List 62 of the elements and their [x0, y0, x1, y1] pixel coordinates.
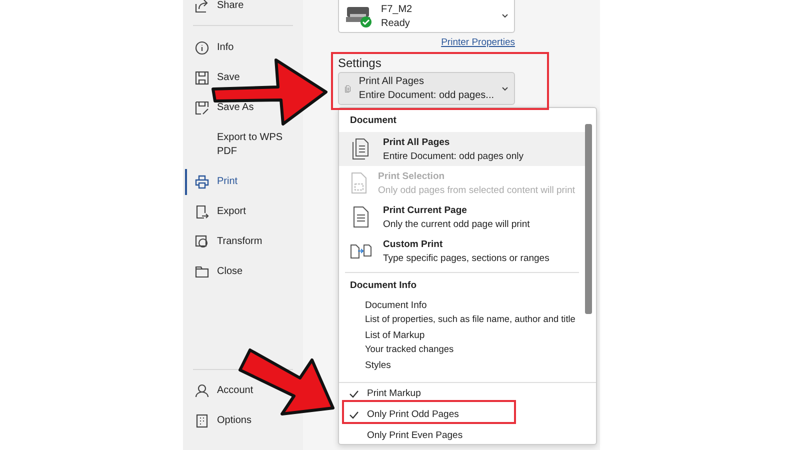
menu-item[interactable]: Print Current Page Only the current odd page will print [339, 200, 585, 234]
pages-icon [352, 138, 370, 160]
sidebar-item[interactable]: Export to WPS PDF [183, 131, 287, 159]
sidebar-item[interactable]: Save [183, 71, 240, 85]
menu-item-title: Print All Pages [383, 136, 451, 148]
sidebar-item[interactable]: Save As [183, 101, 254, 115]
menu-item-title: Print Current Page [383, 204, 468, 216]
chevron-icon [502, 14, 508, 18]
menu-item-description: Only the current odd page will print [383, 218, 530, 230]
chevron-icon [502, 86, 508, 90]
printer-properties-link[interactable]: Printer Properties [441, 37, 515, 48]
options-icon [195, 414, 209, 428]
menu-item-description: List of properties, such as file name, author and title [365, 314, 576, 324]
menu-item[interactable]: List of Markup Your tracked changes [339, 327, 585, 357]
save-icon [195, 71, 209, 85]
menu-item-title: Custom Print [383, 238, 444, 250]
custom-pages-icon [350, 242, 372, 260]
printer-status: Ready [381, 18, 411, 28]
person-icon [195, 384, 209, 398]
printer-icon [195, 175, 209, 189]
page-selection-icon [350, 172, 368, 194]
page-icon [352, 206, 370, 228]
menu-item-title: List of Markup [365, 330, 426, 341]
save-as-icon [195, 101, 209, 115]
menu-section-heading: Document [349, 114, 398, 128]
print-range-title: Print All Pages [358, 76, 425, 87]
sidebar-item[interactable]: Close [183, 265, 243, 279]
menu-item[interactable]: Custom Print Type specific pages, sections or ranges [339, 234, 585, 268]
menu-option[interactable]: Print Markup [339, 383, 596, 404]
scrollbar-thumb[interactable] [585, 124, 592, 314]
menu-section-heading: Document Info [349, 279, 418, 293]
printer-ready-icon [345, 4, 373, 28]
menu-item-description: Type specific pages, sections or ranges [383, 252, 550, 264]
printer-name: F7_M2 [381, 4, 414, 14]
export-icon [195, 205, 209, 219]
menu-item[interactable]: Print All Pages Entire Document: odd pages only [339, 132, 585, 166]
sidebar-item[interactable]: Transform [183, 235, 262, 249]
folder-icon [195, 265, 209, 279]
menu-item[interactable]: Styles [339, 357, 585, 374]
menu-item-title: Print Selection [378, 170, 446, 182]
menu-option[interactable]: Only Print Even Pages [339, 425, 596, 446]
menu-item-title: Styles [365, 360, 391, 371]
menu-option[interactable]: Only Print Odd Pages [339, 404, 596, 425]
sidebar-item[interactable]: Export [183, 205, 246, 219]
print-range-subtitle: Entire Document: odd pages... [358, 90, 494, 101]
menu-item-title: Document Info [365, 300, 428, 311]
menu-item-description: Your tracked changes [365, 344, 454, 354]
menu-item-description: Entire Document: odd pages only [383, 150, 524, 162]
info-icon [195, 41, 209, 55]
share-icon [195, 0, 209, 13]
sidebar-item[interactable]: Account [183, 384, 254, 398]
menu-item[interactable]: Document Info List of properties, such as file name, author and title [339, 297, 585, 327]
option-label: Print Markup [367, 388, 421, 399]
settings-heading: Settings [338, 56, 382, 70]
option-label: Only Print Even Pages [367, 430, 463, 441]
print-range-dropdown[interactable]: Print All Pages Entire Document: odd pages... [338, 72, 515, 105]
option-label: Only Print Odd Pages [367, 409, 459, 420]
sidebar-item[interactable]: Info [183, 41, 234, 55]
menu-item-description: Only odd pages from selected content will print [378, 184, 575, 196]
sidebar-item[interactable]: Options [183, 414, 252, 428]
sidebar-item[interactable]: Share [183, 0, 244, 13]
printer-dropdown[interactable]: F7_M2 Ready [338, 0, 515, 33]
